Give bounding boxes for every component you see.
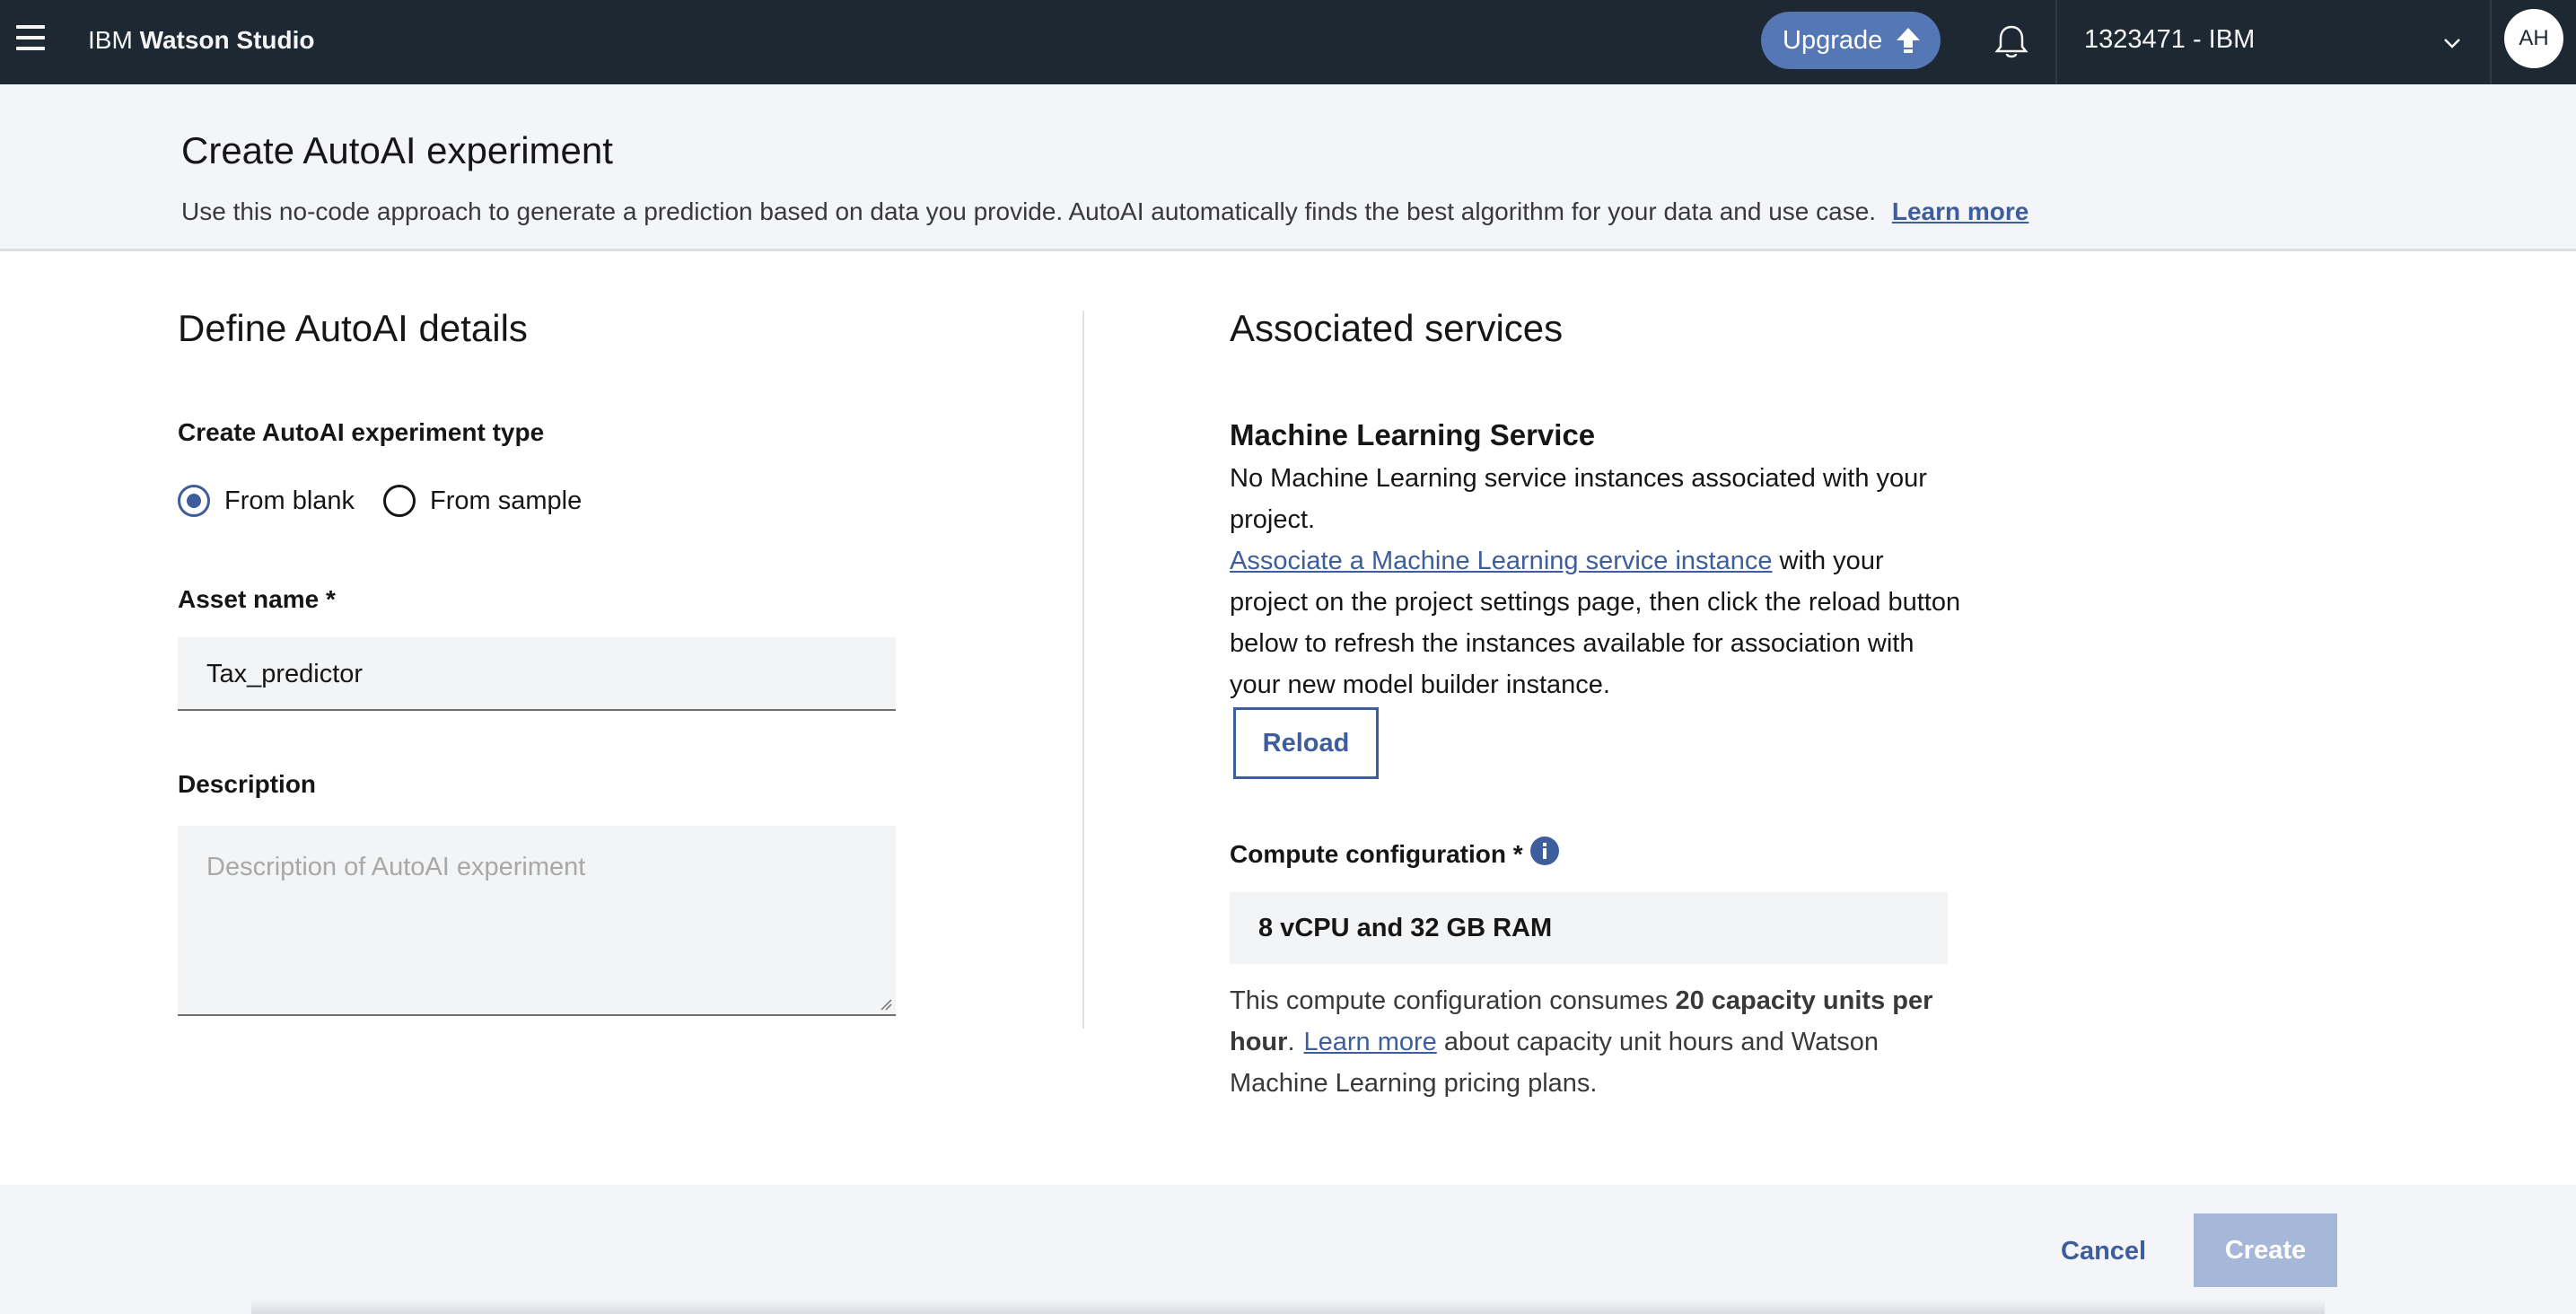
description-placeholder: Description of AutoAI experiment (206, 853, 586, 881)
description-label: Description (178, 770, 317, 798)
top-navigation-bar: IBM Watson Studio Upgrade 1323471 - IBM … (0, 0, 2576, 84)
info-icon[interactable] (1529, 836, 1560, 866)
compute-config-select[interactable]: 8 vCPU and 32 GB RAM (1230, 892, 1948, 964)
learn-more-link[interactable]: Learn more (1892, 197, 2029, 225)
page-description-text: Use this no-code approach to generate a … (181, 197, 1877, 225)
services-title: Associated services (1230, 307, 1564, 349)
resize-handle-icon[interactable] (880, 998, 892, 1011)
page-description: Use this no-code approach to generate a … (181, 197, 2028, 226)
account-switcher[interactable]: 1323471 - IBM (2084, 23, 2255, 56)
associate-ml-link[interactable]: Associate a Machine Learning service ins… (1230, 547, 1773, 575)
topbar-divider (2490, 0, 2492, 84)
create-button[interactable]: Create (2194, 1213, 2337, 1287)
upgrade-arrow-icon (1897, 28, 1921, 53)
experiment-type-label: Create AutoAI experiment type (178, 418, 545, 446)
hamburger-menu-icon[interactable] (14, 22, 47, 54)
brand-prefix: IBM (88, 26, 133, 54)
avatar[interactable]: AH (2504, 9, 2563, 68)
radio-unselected-icon (383, 485, 416, 517)
page-header: Create AutoAI experiment Use this no-cod… (0, 84, 2576, 251)
radio-from-sample-label: From sample (430, 486, 583, 515)
radio-from-blank[interactable]: From blank (178, 485, 355, 517)
column-divider (1082, 311, 1084, 1029)
compute-note-dot: . (1287, 1028, 1295, 1056)
radio-selected-icon (178, 485, 210, 517)
details-title: Define AutoAI details (178, 307, 528, 349)
product-brand[interactable]: IBM Watson Studio (88, 25, 315, 56)
notification-bell-icon[interactable] (1991, 22, 2032, 63)
compute-note-pre: This compute configuration consumes (1230, 986, 1676, 1015)
brand-name: Watson Studio (139, 26, 315, 54)
experiment-type-radio-group: From blank From sample (178, 485, 610, 517)
cancel-button[interactable]: Cancel (2061, 1237, 2146, 1266)
description-textarea[interactable]: Description of AutoAI experiment (178, 826, 896, 1016)
chevron-down-icon[interactable] (2440, 31, 2465, 56)
compute-learn-more-link[interactable]: Learn more (1304, 1028, 1437, 1056)
ml-service-message: No Machine Learning service instances as… (1230, 458, 1966, 705)
upgrade-button[interactable]: Upgrade (1761, 12, 1941, 69)
topbar-divider (2055, 0, 2057, 84)
radio-from-blank-label: From blank (224, 486, 355, 515)
compute-config-note: This compute configuration consumes 20 c… (1230, 980, 1966, 1104)
ml-service-title: Machine Learning Service (1230, 418, 1596, 451)
page-title: Create AutoAI experiment (181, 129, 613, 171)
reload-button[interactable]: Reload (1233, 707, 1379, 779)
footer-bar (0, 1185, 2576, 1314)
radio-from-sample[interactable]: From sample (383, 485, 582, 517)
compute-config-label: Compute configuration * (1230, 840, 1523, 868)
footer-shadow (251, 1300, 2325, 1314)
upgrade-label: Upgrade (1783, 25, 1883, 55)
ml-no-instance-text: No Machine Learning service instances as… (1230, 464, 1927, 534)
asset-name-label: Asset name * (178, 585, 336, 613)
asset-name-input[interactable]: Tax_predictor (178, 637, 896, 711)
